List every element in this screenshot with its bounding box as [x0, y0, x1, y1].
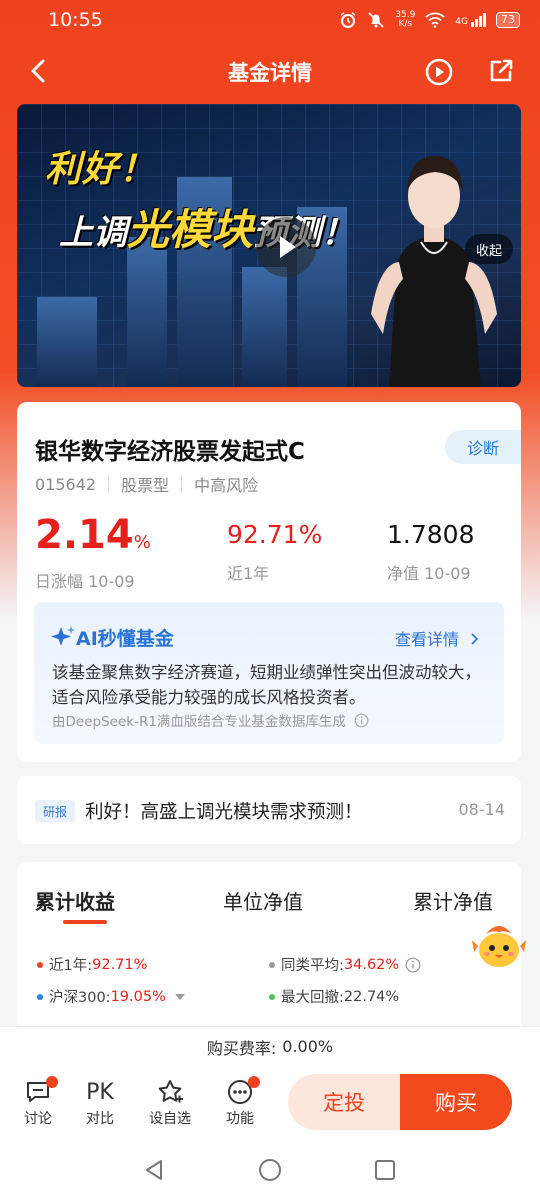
tab-cumulative-return[interactable]: 累计收益 — [35, 886, 115, 915]
fund-info-card: 银华数字经济股票发起式C 诊断 015642 股票型 中高风险 2.14% 日涨… — [17, 402, 521, 762]
fund-code: 015642 — [35, 474, 97, 494]
legend-dot — [269, 961, 275, 968]
star-add-icon — [158, 1080, 183, 1103]
mute-icon — [368, 12, 384, 28]
video-banner[interactable]: 利好！ 上调光模块预测！ 收起 — [17, 104, 521, 387]
discuss-button[interactable]: 讨论 — [10, 1076, 66, 1128]
daily-change-metric: 2.14% 日涨幅 10-09 — [35, 512, 151, 591]
wifi-icon — [425, 12, 445, 28]
nav-home-circle-icon[interactable] — [258, 1158, 282, 1182]
fee-value: 0.00% — [282, 1037, 334, 1056]
building-graphic — [37, 297, 97, 387]
active-tab-indicator — [63, 920, 107, 924]
sparkle-icon — [51, 626, 75, 646]
bottom-action-bar: 讨论 PK 对比 设自选 功能 定投 购买 — [0, 1066, 540, 1138]
tab-unit-nav[interactable]: 单位净值 — [223, 886, 303, 915]
collapse-video-button[interactable]: 收起 — [465, 234, 513, 264]
alarm-icon — [340, 12, 356, 28]
one-year-return-value: 92.71% — [227, 520, 323, 549]
functions-button[interactable]: 功能 — [212, 1076, 268, 1128]
page-title: 基金详情 — [228, 61, 312, 85]
network-speed: 35.9 K/s — [395, 10, 416, 29]
tab-cumulative-nav[interactable]: 累计净值 — [413, 886, 493, 915]
chevron-right-icon — [471, 633, 479, 645]
system-nav-bar — [0, 1138, 540, 1200]
auto-invest-button[interactable]: 定投 — [288, 1074, 400, 1130]
info-icon[interactable] — [354, 713, 369, 728]
legend-item-max-drawdown: 最大回撤: 22.74% — [269, 986, 399, 1007]
nav-back-triangle-icon[interactable] — [142, 1158, 166, 1182]
buy-button[interactable]: 购买 — [400, 1074, 512, 1130]
play-icon — [280, 236, 296, 258]
ai-summary-title: AI秒懂基金 — [76, 628, 174, 650]
one-year-return-metric: 92.71% 近1年 — [227, 512, 322, 584]
compare-button[interactable]: PK 对比 — [72, 1076, 128, 1128]
news-title: 利好！高盛上调光模块需求预测！ — [85, 802, 363, 823]
news-tag: 研报 — [35, 800, 75, 822]
ai-view-details-link[interactable]: 查看详情 — [395, 626, 480, 650]
presenter-figure — [371, 156, 497, 387]
purchase-fee-bar: 购买费率: 0.00% — [0, 1026, 540, 1066]
nav-value: 1.7808 — [387, 520, 475, 549]
nav-label: 净值 10-09 — [387, 564, 471, 583]
daily-change-label: 日涨幅 10-09 — [35, 572, 135, 591]
building-graphic — [242, 267, 287, 387]
fund-type: 股票型 — [121, 476, 170, 495]
fee-label: 购买费率: — [206, 1038, 277, 1058]
one-year-return-label: 近1年 — [227, 564, 270, 583]
building-graphic — [127, 237, 167, 387]
research-news-card[interactable]: 研报 利好！高盛上调光模块需求预测！ 08-14 — [17, 776, 521, 844]
video-play-button[interactable] — [256, 217, 316, 277]
nav-bar: 基金详情 — [0, 44, 540, 100]
fund-tags: 015642 股票型 中高风险 — [35, 472, 258, 496]
diagnose-button[interactable]: 诊断 — [445, 430, 521, 464]
legend-dot — [269, 993, 275, 1000]
daily-change-value: 2.14 — [35, 512, 134, 558]
news-date: 08-14 — [458, 800, 506, 819]
fund-risk-level: 中高风险 — [194, 476, 259, 495]
pk-icon: PK — [86, 1079, 114, 1105]
nav-recents-square-icon[interactable] — [373, 1158, 397, 1182]
ai-summary-box[interactable]: AI秒懂基金 查看详情 该基金聚焦数字经济赛道，短期业绩弹性突出但波动较大，适合… — [34, 602, 504, 744]
battery-indicator: 73 — [496, 12, 520, 28]
legend-dot — [37, 993, 43, 1000]
video-headline-line1: 利好！ — [45, 149, 157, 190]
notification-dot — [248, 1076, 260, 1088]
status-time: 10:55 — [48, 9, 103, 31]
play-circle-icon[interactable] — [424, 57, 454, 87]
dropdown-arrow-icon — [174, 993, 185, 1000]
fund-name: 银华数字经济股票发起式C — [35, 439, 305, 465]
share-icon[interactable] — [486, 56, 516, 86]
legend-item-csi300[interactable]: 沪深300: 19.05% — [37, 986, 186, 1007]
back-arrow-icon[interactable] — [24, 56, 54, 86]
add-watchlist-button[interactable]: 设自选 — [142, 1076, 198, 1128]
signal-icon: 4G — [455, 13, 486, 27]
legend-item-category-average: 同类平均: 34.62% — [269, 954, 421, 975]
ai-summary-text: 该基金聚焦数字经济赛道，短期业绩弹性突出但波动较大，适合风险承受能力较强的成长风… — [52, 663, 481, 707]
info-icon[interactable] — [405, 957, 421, 973]
legend-item-one-year: 近1年: 92.71% — [37, 954, 147, 975]
notification-dot — [46, 1076, 58, 1088]
legend-dot — [37, 961, 43, 968]
ai-source-note: 由DeepSeek-R1满血版结合专业基金数据库生成 — [52, 710, 369, 730]
mascot-assistant-icon[interactable] — [470, 916, 528, 974]
nav-metric: 1.7808 净值 10-09 — [387, 512, 474, 584]
status-bar: 10:55 35.9 K/s 4G 73 — [0, 0, 540, 40]
